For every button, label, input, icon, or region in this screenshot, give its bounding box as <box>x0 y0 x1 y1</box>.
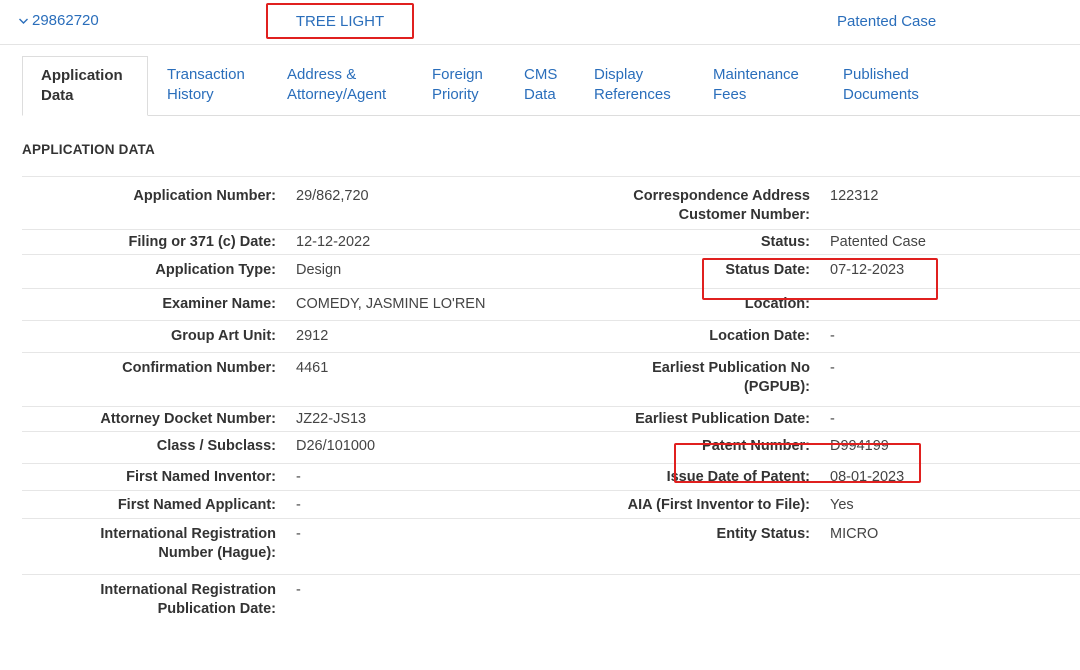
table-row: International Registration Number (Hague)… <box>22 518 1080 574</box>
field-label: Status Date: <box>725 262 810 278</box>
tab-label-line2: Priority <box>432 86 479 103</box>
tab-cms-data[interactable]: CMS Data <box>524 56 557 115</box>
field-value: 07-12-2023 <box>830 262 905 278</box>
field-label: Confirmation Number: <box>122 360 276 376</box>
field-value: - <box>296 469 301 485</box>
tab-label-line2: References <box>594 86 671 103</box>
field-label: International Registration Publication Da… <box>100 582 276 617</box>
tab-label-line2: Data <box>524 86 556 103</box>
field-value: - <box>830 328 835 344</box>
tab-maintenance-fees[interactable]: Maintenance Fees <box>713 56 799 115</box>
table-row: Attorney Docket Number: JZ22-JS13 Earlie… <box>22 406 1080 431</box>
tab-label-line1: Display <box>594 66 644 83</box>
field-label: International Registration Number (Hague)… <box>100 526 276 561</box>
field-value: D994199 <box>830 438 889 454</box>
field-value: COMEDY, JASMINE LO'REN <box>296 296 486 312</box>
tab-label-line2: Attorney/Agent <box>287 86 387 103</box>
table-row: First Named Applicant: - AIA (First Inve… <box>22 490 1080 518</box>
table-row: Application Number: 29/862,720 Correspon… <box>22 176 1080 229</box>
field-label: Filing or 371 (c) Date: <box>128 234 276 250</box>
tab-application-data[interactable]: Application Data <box>22 56 148 116</box>
field-label: Attorney Docket Number: <box>100 411 276 427</box>
field-label: Application Number: <box>133 188 276 204</box>
case-title-link[interactable]: TREE LIGHT <box>266 3 414 39</box>
field-value: MICRO <box>830 526 879 542</box>
section-title: APPLICATION DATA <box>22 142 155 157</box>
field-value: Design <box>296 262 342 278</box>
field-value: JZ22-JS13 <box>296 411 367 427</box>
table-row: Examiner Name: COMEDY, JASMINE LO'REN Lo… <box>22 288 1080 320</box>
tab-label-line1: Application <box>41 67 123 84</box>
field-label: Status: <box>760 234 810 250</box>
tab-label-line1: Foreign <box>432 66 483 83</box>
tab-label-line1: Maintenance <box>713 66 799 83</box>
field-label: AIA (First Inventor to File): <box>627 497 810 513</box>
table-row: Group Art Unit: 2912 Location Date: - <box>22 320 1080 352</box>
tab-label-line2: Documents <box>843 86 919 103</box>
tab-published-documents[interactable]: Published Documents <box>843 56 919 115</box>
tab-display-references[interactable]: Display References <box>594 56 671 115</box>
tab-transaction-history[interactable]: Transaction History <box>167 56 245 115</box>
table-row: Filing or 371 (c) Date: 12-12-2022 Statu… <box>22 229 1080 254</box>
field-label: Location: <box>744 296 810 312</box>
field-value: - <box>296 582 301 598</box>
field-label: Class / Subclass: <box>156 438 276 454</box>
tab-bar: Application Data Transaction History Add… <box>22 56 1080 116</box>
table-row: Confirmation Number: 4461 Earliest Publi… <box>22 352 1080 406</box>
case-number-toggle[interactable]: 29862720 <box>18 12 99 29</box>
field-value: 08-01-2023 <box>830 469 905 485</box>
field-value: 4461 <box>296 360 329 376</box>
field-label: Location Date: <box>709 328 810 344</box>
field-label: First Named Applicant: <box>117 497 276 513</box>
field-value: - <box>830 411 835 427</box>
field-label: Entity Status: <box>716 526 810 542</box>
field-label: Application Type: <box>155 262 276 278</box>
case-number: 29862720 <box>32 12 99 29</box>
tab-label-line1: Address & <box>287 66 357 83</box>
tab-label-line2: Data <box>41 87 74 104</box>
field-value: D26/101000 <box>296 438 376 454</box>
case-header-row: 29862720 TREE LIGHT Patented Case <box>0 0 1080 45</box>
tab-label-line1: Transaction <box>167 66 245 83</box>
chevron-down-icon <box>19 18 28 24</box>
field-value: 12-12-2022 <box>296 234 371 250</box>
field-label: First Named Inventor: <box>126 469 276 485</box>
tab-label-line1: CMS <box>524 66 558 83</box>
tab-label-line1: Published <box>843 66 909 83</box>
field-label: Earliest Publication Date: <box>635 411 810 427</box>
table-row: Class / Subclass: D26/101000 Patent Numb… <box>22 431 1080 463</box>
field-value: Yes <box>830 497 854 513</box>
application-data-grid: Application Number: 29/862,720 Correspon… <box>22 176 1080 630</box>
field-value: - <box>296 526 301 542</box>
tab-label-line2: History <box>167 86 214 103</box>
table-row: International Registration Publication Da… <box>22 574 1080 630</box>
field-value: - <box>830 360 835 376</box>
field-label: Issue Date of Patent: <box>666 469 810 485</box>
field-value: 122312 <box>830 188 879 204</box>
field-value: - <box>296 497 301 513</box>
field-label: Correspondence Address Customer Number: <box>633 188 810 223</box>
tab-address-attorney-agent[interactable]: Address & Attorney/Agent <box>287 56 386 115</box>
table-row: First Named Inventor: - Issue Date of Pa… <box>22 463 1080 490</box>
field-label: Earliest Publication No (PGPUB): <box>652 360 810 395</box>
tab-foreign-priority[interactable]: Foreign Priority <box>432 56 483 115</box>
field-value: 29/862,720 <box>296 188 369 204</box>
application-data-page: 29862720 TREE LIGHT Patented Case Applic… <box>0 0 1080 670</box>
table-row: Application Type: Design Status Date: 07… <box>22 254 1080 288</box>
field-label: Group Art Unit: <box>171 328 276 344</box>
field-label: Patent Number: <box>702 438 810 454</box>
field-label: Examiner Name: <box>162 296 276 312</box>
field-value: 2912 <box>296 328 329 344</box>
case-status-link[interactable]: Patented Case <box>837 13 936 30</box>
tab-label-line2: Fees <box>713 86 747 103</box>
field-value: Patented Case <box>830 234 926 250</box>
